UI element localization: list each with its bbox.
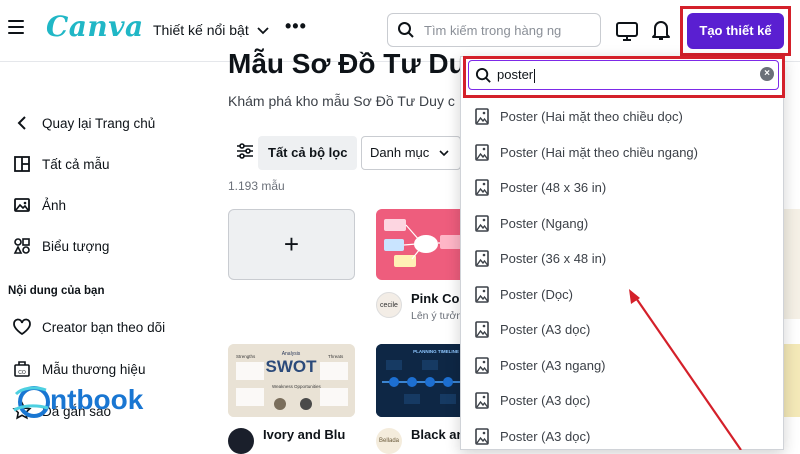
featured-designs-menu[interactable]: Thiết kế nổi bật: [153, 22, 269, 38]
watermark-emblem-icon: [13, 386, 50, 418]
suggestion-label: Poster (48 x 36 in): [500, 180, 607, 195]
heart-icon: [12, 317, 32, 337]
plus-icon: +: [283, 229, 300, 259]
sidebar-item-label: Biểu tượng: [42, 238, 110, 254]
mindmap-thumbnail-graphic: [376, 209, 466, 280]
image-icon: [12, 195, 32, 215]
suggestion-item[interactable]: Poster (A3 dọc): [466, 312, 778, 347]
menu-icon[interactable]: [8, 20, 24, 34]
layout-icon: [12, 154, 32, 174]
sidebar-item-photos[interactable]: Ảnh: [12, 195, 66, 215]
search-icon: [398, 22, 414, 38]
page-title: Mẫu Sơ Đồ Tư Du: [228, 48, 466, 79]
suggestion-label: Poster (A3 dọc): [500, 393, 591, 408]
image-icon: [474, 214, 490, 232]
chevron-down-icon: [439, 150, 449, 157]
sidebar-back-home[interactable]: Quay lại Trang chủ: [12, 113, 155, 133]
canva-logo[interactable]: Canva: [46, 10, 144, 43]
creator-avatar[interactable]: cecile: [376, 292, 402, 318]
creator-avatar[interactable]: [228, 428, 254, 454]
sidebar-item-label: Tất cả mẫu: [42, 156, 110, 172]
category-label: Danh mục: [370, 145, 430, 160]
sidebar-item-followed-creators[interactable]: Creator bạn theo dõi: [12, 317, 165, 337]
template-thumbnail-timeline[interactable]: PLANNING TIMELINE: [376, 344, 466, 417]
card-subtitle: Lên ý tưởn: [411, 310, 461, 322]
thumb-text: Weakness: [272, 384, 294, 389]
suggestion-item[interactable]: Poster (Hai mặt theo chiều ngang): [466, 135, 778, 170]
suggestion-item[interactable]: Poster (48 x 36 in): [466, 170, 778, 205]
watermark-text: ntbook: [50, 384, 144, 415]
suggestion-label: Poster (Ngang): [500, 215, 589, 231]
sidebar-item-label: Creator bạn theo dõi: [42, 319, 166, 335]
suggestion-item[interactable]: Poster (A3 dọc): [466, 383, 778, 418]
suggestion-item[interactable]: Poster (A3 dọc): [466, 419, 778, 454]
image-icon: [474, 108, 490, 126]
top-search-input[interactable]: Tìm kiếm trong hàng ng: [387, 13, 601, 47]
suggestion-label: Poster (A3 ngang): [500, 357, 606, 373]
thumb-text: Threats: [328, 354, 344, 359]
suggestion-item[interactable]: Poster (36 x 48 in): [466, 241, 778, 276]
chevron-down-icon: [256, 27, 269, 35]
template-thumbnail-swot[interactable]: Analysis SWOT Strengths Threats Weakness…: [228, 344, 355, 417]
filter-icon[interactable]: [235, 141, 255, 161]
all-filters-button[interactable]: Tất cả bộ lọc: [258, 136, 358, 170]
template-thumbnail-pink[interactable]: [376, 209, 466, 280]
thumb-text: PLANNING TIMELINE: [413, 349, 459, 354]
create-design-button[interactable]: Tạo thiết kế: [687, 13, 784, 49]
image-icon: [474, 427, 490, 445]
image-icon: [474, 356, 490, 374]
top-search-placeholder: Tìm kiếm trong hàng ng: [424, 23, 562, 38]
suggestion-label: Poster (Hai mặt theo chiều ngang): [500, 144, 698, 160]
suggestion-item[interactable]: Poster (Ngang): [466, 206, 778, 241]
more-button[interactable]: •••: [285, 16, 307, 37]
thumb-text: Opportunities: [294, 384, 322, 389]
sidebar-back-label: Quay lại Trang chủ: [42, 115, 156, 131]
card-title[interactable]: Ivory and Blu: [263, 427, 358, 442]
image-icon: [474, 285, 490, 303]
suggestion-label: Poster (A3 dọc): [500, 428, 591, 444]
sidebar-item-label: Mẫu thương hiệu: [42, 361, 146, 377]
sidebar-item-label: Ảnh: [42, 197, 67, 213]
thumb-text: SWOT: [266, 357, 318, 376]
suggestion-label: Poster (A3 dọc): [500, 322, 591, 337]
template-thumbnail-partial[interactable]: [782, 344, 800, 417]
suggestion-label: Poster (Dọc): [500, 286, 573, 302]
monitor-icon[interactable]: [614, 18, 640, 44]
suggestion-item[interactable]: Poster (Dọc): [466, 277, 778, 312]
brand-icon: CO: [12, 359, 32, 379]
template-thumbnail-partial[interactable]: [782, 209, 800, 319]
sidebar-item-all-templates[interactable]: Tất cả mẫu: [12, 154, 110, 174]
chevron-left-icon: [12, 113, 32, 133]
search-highlight-box: [463, 56, 785, 98]
card-title[interactable]: Black an: [411, 427, 461, 442]
create-blank-card[interactable]: +: [228, 209, 355, 280]
svg-text:CO: CO: [18, 370, 26, 376]
bell-icon[interactable]: [648, 17, 674, 43]
featured-designs-label: Thiết kế nổi bật: [153, 22, 249, 38]
creator-avatar[interactable]: Bellada: [376, 428, 402, 454]
card-title[interactable]: Pink Col: [411, 291, 461, 306]
image-icon: [474, 250, 490, 268]
thumb-text: Strengths: [236, 354, 256, 359]
template-count: 1.193 mẫu: [228, 179, 285, 193]
sidebar-section-title: Nội dung của bạn: [8, 285, 105, 297]
suggestion-item[interactable]: Poster (Hai mặt theo chiều dọc): [466, 99, 778, 134]
image-icon: [474, 321, 490, 339]
page-subtitle: Khám phá kho mẫu Sơ Đồ Tư Duy c: [228, 93, 455, 109]
swot-thumbnail-graphic: Analysis SWOT Strengths Threats Weakness…: [228, 344, 355, 417]
shapes-icon: [12, 236, 32, 256]
sidebar-item-brand-templates[interactable]: CO Mẫu thương hiệu: [12, 359, 145, 379]
suggestion-label: Poster (36 x 48 in): [500, 251, 607, 266]
watermark-logo: ntbook: [10, 380, 143, 420]
image-icon: [474, 143, 490, 161]
category-dropdown[interactable]: Danh mục: [361, 136, 461, 170]
suggestion-item[interactable]: Poster (A3 ngang): [466, 348, 778, 383]
suggestion-label: Poster (Hai mặt theo chiều dọc): [500, 109, 683, 124]
image-icon: [474, 179, 490, 197]
image-icon: [474, 392, 490, 410]
sidebar-item-icons[interactable]: Biểu tượng: [12, 236, 109, 256]
timeline-thumbnail-graphic: PLANNING TIMELINE: [376, 344, 466, 417]
